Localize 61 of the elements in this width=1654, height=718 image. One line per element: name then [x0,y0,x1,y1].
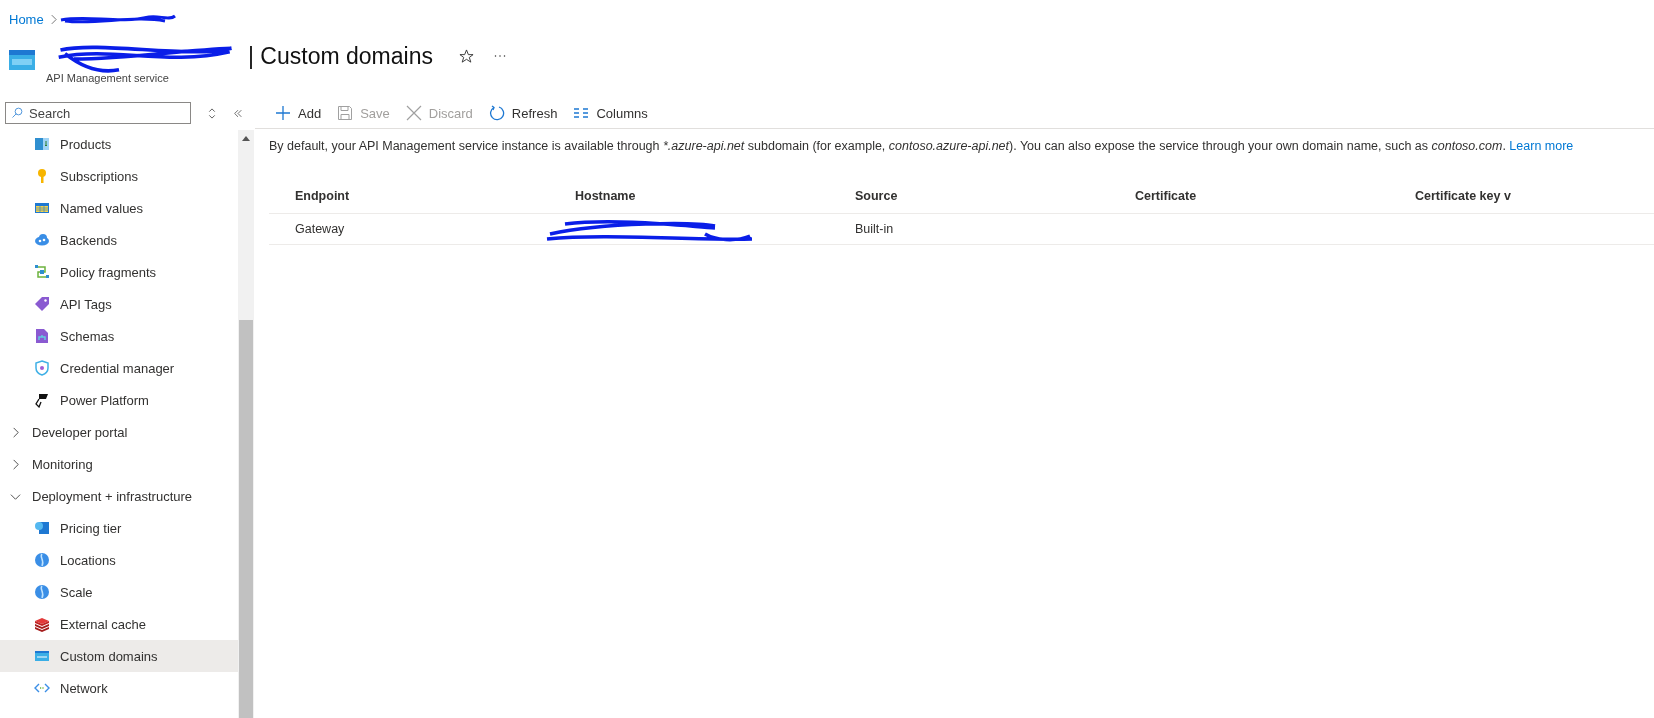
globe-icon [34,552,50,568]
sidebar-item[interactable]: Policy fragments [0,256,238,288]
sidebar-item[interactable]: Pricing tier [0,512,238,544]
column-header[interactable]: Endpoint [269,179,549,214]
chevron-right-icon [10,426,21,438]
table-cell: Gateway [295,222,345,236]
page-title: | Custom domains [248,42,433,70]
chevron-right-icon [49,13,57,25]
breadcrumb-link[interactable]: Home [9,11,44,27]
plug-icon [34,392,50,408]
sort-icon[interactable] [207,107,217,119]
sidebar-group[interactable]: Developer portal [0,416,238,448]
box-icon [34,136,50,152]
sidebar-group[interactable]: Monitoring [0,448,238,480]
sidebar-item[interactable]: API Tags [0,288,238,320]
toolbar-button[interactable]: Refresh [488,103,558,123]
learn-more-link[interactable]: Learn more [1509,139,1574,153]
sidebar-item[interactable]: Schemas [0,320,238,352]
sidebar-item[interactable]: Network [0,672,238,704]
scroll-up-icon[interactable] [242,136,250,141]
chevron-right-icon [10,458,21,470]
page-subtitle: API Management service [46,72,170,84]
flow-icon [34,264,50,280]
globe-icon [34,584,50,600]
column-header[interactable]: Hostname [549,179,829,214]
toolbar-button[interactable]: Columns [573,103,648,123]
search-field[interactable]: Search [5,102,191,124]
document-icon [34,328,50,344]
sidebar-item[interactable]: Named values [0,192,238,224]
save-icon [337,105,354,121]
columns-icon [573,105,590,121]
info-text: By default, your API Management service instance is available through *.azure-api.net subdomain (for example, contoso.azure-api.net). You can also expose the service through your own domain name, such as contoso.com. Learn more [269,139,1575,153]
sidebar-item[interactable]: Locations [0,544,238,576]
sidebar-group[interactable]: Deployment + infrastructure [0,480,238,512]
star-icon[interactable] [458,48,474,64]
scrollbar-thumb[interactable] [239,320,253,718]
sidebar-item[interactable]: Products [0,128,238,160]
column-header[interactable]: Source [829,179,1109,214]
sidebar-item[interactable]: External cache [0,608,238,640]
sidebar-item[interactable]: Backends [0,224,238,256]
sidebar-item[interactable]: Subscriptions [0,160,238,192]
scrollbar[interactable] [238,130,254,718]
refresh-icon [488,105,505,121]
column-header[interactable]: Certificate key v [1389,179,1654,214]
cloud-icon [34,232,50,248]
stack-icon [34,616,50,632]
window-icon [34,648,50,664]
sidebar-item[interactable]: Custom domains [0,640,238,672]
table-icon [34,200,50,216]
sidebar-item[interactable]: Credential manager [0,352,238,384]
close-icon [405,105,422,121]
sidebar-item[interactable]: Scale [0,576,238,608]
collapse-icon[interactable] [233,107,243,119]
toolbar-button[interactable]: Add [275,103,322,123]
plus-icon [275,105,291,121]
shield-icon [34,360,50,376]
column-header[interactable]: Certificate [1109,179,1389,214]
sidebar-item[interactable]: Power Platform [0,384,238,416]
table-cell: Built-in [855,222,894,236]
coin-icon [34,520,50,536]
tag-icon [34,296,50,312]
